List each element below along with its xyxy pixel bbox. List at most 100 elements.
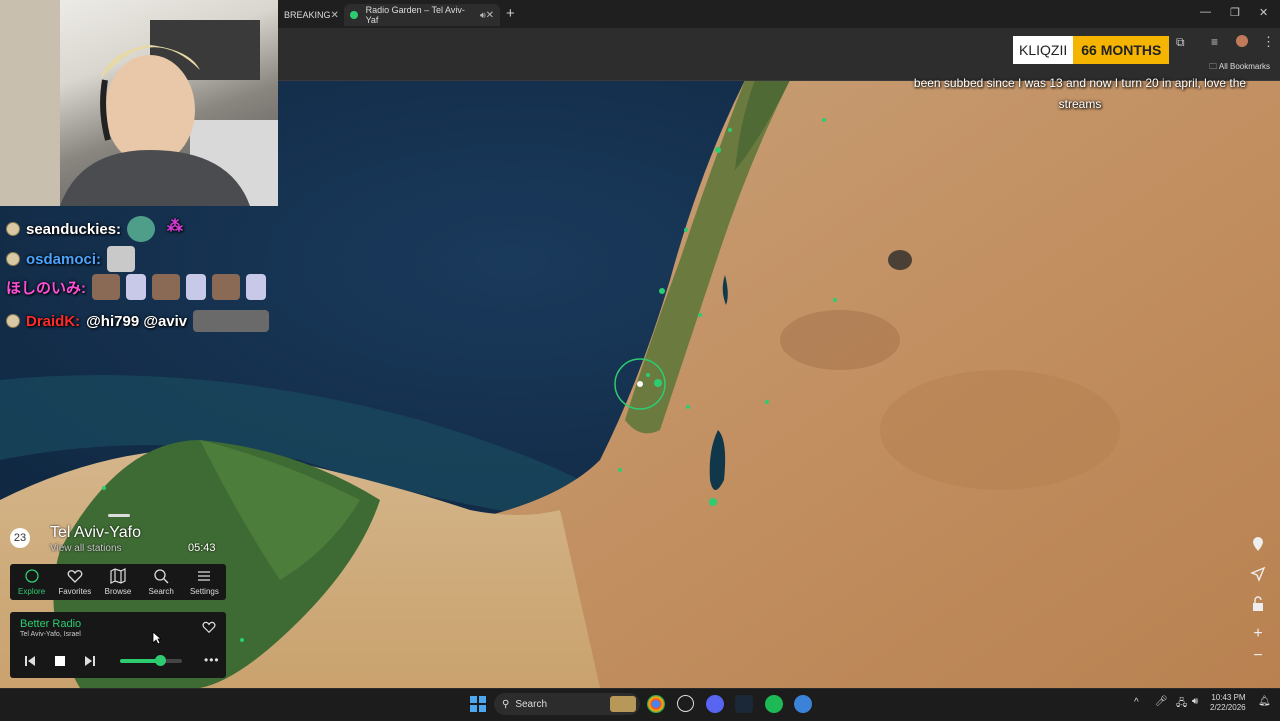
tab-label: BREAKING <box>284 10 331 20</box>
station-name[interactable]: Better Radio <box>20 618 81 630</box>
nav-explore[interactable]: Explore <box>10 564 53 600</box>
media-controls-icon[interactable]: ≡ <box>1211 35 1218 49</box>
close-tab-icon[interactable]: ✕ <box>331 10 339 21</box>
volume-fill <box>120 659 160 663</box>
minimize-icon[interactable]: — <box>1200 6 1211 18</box>
maximize-icon[interactable]: ❐ <box>1230 6 1240 19</box>
profile-avatar[interactable] <box>1236 35 1248 47</box>
volume-knob[interactable] <box>155 655 166 666</box>
windows-taskbar <box>0 688 1280 721</box>
nav-label: Search <box>148 587 174 596</box>
emote-icon <box>92 274 120 300</box>
emote-icon <box>152 274 180 300</box>
chat-username: DraidK: <box>26 312 81 330</box>
chat-message: seanduckies: ⁂ <box>6 216 189 242</box>
spotify-icon[interactable] <box>765 695 783 713</box>
search-highlight-icon <box>610 696 636 712</box>
more-options-icon[interactable]: ••• <box>204 653 220 667</box>
radio-nav-bar: Explore Favorites Browse Search Settings <box>10 564 226 600</box>
sub-alert: KLIQZII 66 MONTHS <box>1013 36 1170 64</box>
tab-label: Radio Garden – Tel Aviv-Yaf <box>365 5 465 25</box>
browser-menu-icon[interactable]: ⋮ <box>1262 34 1275 50</box>
search-icon: ⚲ <box>502 698 510 710</box>
nav-label: Favorites <box>58 587 92 596</box>
app-icon[interactable] <box>794 695 812 713</box>
steam-icon[interactable] <box>735 695 753 713</box>
microphone-icon[interactable]: 🎤︎ <box>1155 696 1168 707</box>
search-icon <box>154 569 169 584</box>
panel-drag-handle[interactable] <box>108 514 130 517</box>
close-window-icon[interactable]: ✕ <box>1259 6 1268 19</box>
webcam-overlay <box>0 0 278 206</box>
browser-tab-radio-garden[interactable]: Radio Garden – Tel Aviv-Yaf 🔊︎ ✕ <box>344 4 500 26</box>
nav-search[interactable]: Search <box>140 564 183 600</box>
folder-icon: 🗀︎ <box>1209 62 1218 71</box>
emote-icon: ⁂ <box>167 218 184 235</box>
taskbar-search-label: Search <box>515 698 548 710</box>
sub-alert-message: been subbed since I was 13 and now I tur… <box>913 76 1247 111</box>
station-location: Tel Aviv-Yafo, Israel <box>20 631 81 638</box>
nav-label: Explore <box>18 587 46 596</box>
emote-icon <box>126 274 146 300</box>
tray-chevron-icon[interactable]: ^ <box>1134 697 1139 708</box>
volume-slider[interactable] <box>120 659 182 663</box>
browser-tab-breaking[interactable]: BREAKING ✕ <box>278 4 340 26</box>
location-pin-icon[interactable] <box>1250 536 1266 552</box>
chrome-icon[interactable] <box>647 695 665 713</box>
heart-icon <box>67 570 83 583</box>
windows-start-icon[interactable] <box>470 696 486 717</box>
next-station-icon[interactable] <box>84 654 96 672</box>
station-count-badge: 23 <box>10 528 30 548</box>
nav-browse[interactable]: Browse <box>96 564 139 600</box>
sub-alert-name: KLIQZII <box>1013 36 1074 64</box>
stop-icon[interactable] <box>54 654 66 672</box>
emote-icon <box>186 274 206 300</box>
chat-message-text: @hi799 @aviv <box>86 312 188 330</box>
discord-icon[interactable] <box>706 695 724 713</box>
locate-me-icon[interactable] <box>1250 566 1266 582</box>
new-tab-icon[interactable]: + <box>506 5 515 22</box>
explore-icon <box>24 569 39 583</box>
volume-icon[interactable]: 🔊︎ <box>1192 696 1198 707</box>
zoom-out-icon[interactable]: − <box>1250 648 1266 664</box>
place-title: Tel Aviv-Yafo <box>50 524 142 541</box>
obs-icon[interactable] <box>677 695 694 712</box>
emote-icon <box>212 274 240 300</box>
clock-date: 2/22/2026 <box>1210 703 1246 712</box>
sub-alert-months: 66 MONTHS <box>1073 36 1170 64</box>
sub-badge-icon <box>6 314 20 328</box>
notification-icon[interactable]: 🔔︎ <box>1258 696 1271 707</box>
close-tab-icon[interactable]: ✕ <box>486 10 494 21</box>
emote-icon <box>246 274 266 300</box>
network-icon[interactable]: 🖧︎ <box>1176 696 1187 713</box>
nav-favorites[interactable]: Favorites <box>53 564 96 600</box>
extensions-icon[interactable]: ⧉ <box>1176 35 1185 50</box>
emote-icon <box>193 310 270 332</box>
menu-icon <box>198 571 211 581</box>
zoom-in-icon[interactable]: + <box>1250 626 1266 642</box>
taskbar-search[interactable]: ⚲ Search <box>494 693 640 715</box>
mouse-cursor-icon <box>152 631 163 650</box>
chat-message: osdamoci: <box>6 246 136 272</box>
taskbar-clock[interactable]: 10:43 PM 2/22/2026 <box>1210 693 1246 713</box>
chat-username: ほしのいみ: <box>6 279 86 297</box>
all-bookmarks-label: All Bookmarks <box>1218 62 1270 71</box>
map-icon <box>110 568 126 584</box>
chat-message: DraidK: @hi799 @aviv <box>6 310 270 332</box>
sub-badge-icon <box>6 222 20 236</box>
radio-garden-favicon-icon <box>350 11 358 19</box>
favorite-heart-icon[interactable] <box>202 620 216 639</box>
nav-label: Browse <box>104 587 132 596</box>
lock-icon[interactable] <box>1250 596 1266 612</box>
chat-message: ほしのいみ: <box>6 274 266 300</box>
nav-label: Settings <box>189 587 219 596</box>
chat-username: osdamoci: <box>26 250 102 268</box>
view-all-stations-link[interactable]: View all stations <box>50 543 122 554</box>
emote-icon <box>127 216 156 242</box>
clock-time: 10:43 PM <box>1211 693 1246 702</box>
previous-station-icon[interactable] <box>24 654 36 672</box>
nav-settings[interactable]: Settings <box>183 564 226 600</box>
sub-badge-icon <box>6 252 20 266</box>
emote-icon <box>107 246 136 272</box>
local-time: 05:43 <box>188 542 216 554</box>
